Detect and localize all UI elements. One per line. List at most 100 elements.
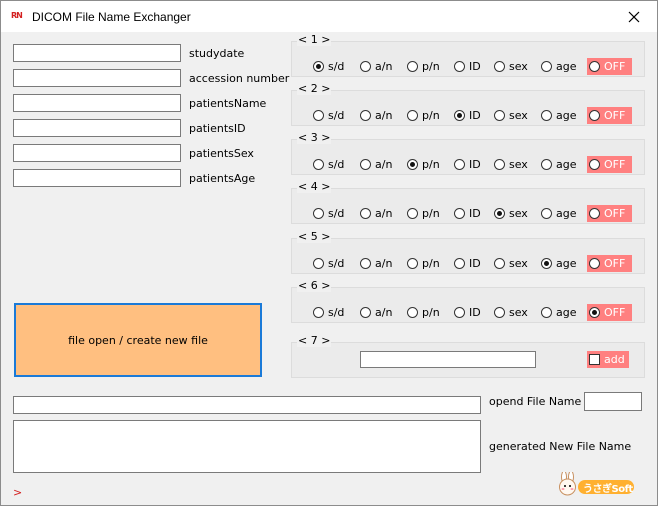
group-6-radio-an[interactable]: a/n bbox=[360, 306, 392, 319]
group-5-radio-sd[interactable]: s/d bbox=[313, 257, 344, 270]
file-open-button[interactable]: file open / create new file bbox=[14, 303, 262, 377]
radio-circle-icon bbox=[454, 208, 465, 219]
group-2-radio-age[interactable]: age bbox=[541, 109, 577, 122]
group-3-radio-an[interactable]: a/n bbox=[360, 158, 392, 171]
radio-circle-icon bbox=[494, 159, 505, 170]
radio-label: s/d bbox=[328, 306, 345, 319]
radio-label: age bbox=[556, 109, 577, 122]
group-3-off-radio[interactable]: OFF bbox=[587, 156, 632, 173]
radio-circle-icon bbox=[360, 258, 371, 269]
radio-circle-icon bbox=[313, 159, 324, 170]
close-button[interactable] bbox=[611, 1, 657, 32]
radio-label: a/n bbox=[375, 207, 393, 220]
group-1-off-radio[interactable]: OFF bbox=[587, 58, 632, 75]
group-4-radio-sd[interactable]: s/d bbox=[313, 207, 344, 220]
radio-circle-icon bbox=[589, 307, 600, 318]
radio-label: s/d bbox=[328, 109, 345, 122]
radio-label: s/d bbox=[328, 60, 345, 73]
group-7-input[interactable] bbox=[360, 351, 536, 368]
patients-sex-label: patientsSex bbox=[189, 147, 254, 160]
group-2-radio-ID[interactable]: ID bbox=[454, 109, 481, 122]
group-3-radio-sd[interactable]: s/d bbox=[313, 158, 344, 171]
radio-circle-icon bbox=[589, 258, 600, 269]
radio-circle-icon bbox=[407, 159, 418, 170]
group-6-radio-sd[interactable]: s/d bbox=[313, 306, 344, 319]
group-1-radio-age[interactable]: age bbox=[541, 60, 577, 73]
group-3-radio-pn[interactable]: p/n bbox=[407, 158, 440, 171]
radio-label: a/n bbox=[375, 60, 393, 73]
group-6-radio-sex[interactable]: sex bbox=[494, 306, 528, 319]
radio-circle-icon bbox=[313, 258, 324, 269]
group-2-radio-pn[interactable]: p/n bbox=[407, 109, 440, 122]
group-5-radio-an[interactable]: a/n bbox=[360, 257, 392, 270]
radio-circle-icon bbox=[541, 208, 552, 219]
group-3-radio-age[interactable]: age bbox=[541, 158, 577, 171]
group-1-radio-ID[interactable]: ID bbox=[454, 60, 481, 73]
group-4-radio-pn[interactable]: p/n bbox=[407, 207, 440, 220]
group-2-radio-an[interactable]: a/n bbox=[360, 109, 392, 122]
expand-arrow-icon[interactable]: > bbox=[13, 486, 22, 499]
group-5-off-radio[interactable]: OFF bbox=[587, 255, 632, 272]
radio-circle-icon bbox=[360, 307, 371, 318]
radio-label: sex bbox=[509, 306, 528, 319]
accession-number-input[interactable] bbox=[13, 69, 181, 87]
group-6-radio-age[interactable]: age bbox=[541, 306, 577, 319]
patients-sex-input[interactable] bbox=[13, 144, 181, 162]
group-2-radio-sex[interactable]: sex bbox=[494, 109, 528, 122]
radio-circle-icon bbox=[313, 61, 324, 72]
group-1-radio-sd[interactable]: s/d bbox=[313, 60, 344, 73]
opened-file-count-input[interactable] bbox=[584, 392, 642, 411]
patients-id-label: patientsID bbox=[189, 122, 246, 135]
patients-name-input[interactable] bbox=[13, 94, 181, 112]
radio-circle-icon bbox=[494, 110, 505, 121]
off-label: OFF bbox=[604, 109, 626, 122]
off-label: OFF bbox=[604, 60, 626, 73]
group-2-radio-sd[interactable]: s/d bbox=[313, 109, 344, 122]
radio-label: s/d bbox=[328, 257, 345, 270]
group-4-radio-ID[interactable]: ID bbox=[454, 207, 481, 220]
radio-label: p/n bbox=[422, 306, 440, 319]
generated-file-name-textarea[interactable] bbox=[13, 420, 481, 473]
group-1-radio-pn[interactable]: p/n bbox=[407, 60, 440, 73]
radio-circle-icon bbox=[541, 61, 552, 72]
group-3-radio-sex[interactable]: sex bbox=[494, 158, 528, 171]
group-4-off-radio[interactable]: OFF bbox=[587, 205, 632, 222]
radio-label: age bbox=[556, 207, 577, 220]
radio-label: sex bbox=[509, 257, 528, 270]
group-6-radio-pn[interactable]: p/n bbox=[407, 306, 440, 319]
group-6-radio-ID[interactable]: ID bbox=[454, 306, 481, 319]
add-checkbox[interactable] bbox=[589, 354, 600, 365]
radio-circle-icon bbox=[454, 61, 465, 72]
group-5-radio-pn[interactable]: p/n bbox=[407, 257, 440, 270]
radio-label: ID bbox=[469, 109, 481, 122]
group-4-radio-age[interactable]: age bbox=[541, 207, 577, 220]
group-1-radio-sex[interactable]: sex bbox=[494, 60, 528, 73]
group-5-radio-ID[interactable]: ID bbox=[454, 257, 481, 270]
patients-age-label: patientsAge bbox=[189, 172, 256, 185]
studydate-input[interactable] bbox=[13, 44, 181, 62]
radio-label: sex bbox=[509, 60, 528, 73]
radio-label: p/n bbox=[422, 158, 440, 171]
opened-file-path-input[interactable] bbox=[13, 396, 481, 414]
group-5-radio-age[interactable]: age bbox=[541, 257, 577, 270]
group-3-radio-ID[interactable]: ID bbox=[454, 158, 481, 171]
group-1-radio-an[interactable]: a/n bbox=[360, 60, 392, 73]
patients-age-input[interactable] bbox=[13, 169, 181, 187]
radio-label: a/n bbox=[375, 158, 393, 171]
group-4-radio-sex[interactable]: sex bbox=[494, 207, 528, 220]
radio-circle-icon bbox=[407, 307, 418, 318]
radio-circle-icon bbox=[360, 208, 371, 219]
radio-circle-icon bbox=[589, 61, 600, 72]
radio-label: p/n bbox=[422, 109, 440, 122]
radio-label: p/n bbox=[422, 207, 440, 220]
radio-circle-icon bbox=[407, 258, 418, 269]
group-7-title: < 7 > bbox=[297, 334, 332, 347]
group-2-off-radio[interactable]: OFF bbox=[587, 107, 632, 124]
studydate-label: studydate bbox=[189, 47, 245, 60]
radio-label: age bbox=[556, 257, 577, 270]
add-toggle[interactable]: add bbox=[587, 351, 629, 368]
group-4-radio-an[interactable]: a/n bbox=[360, 207, 392, 220]
group-6-off-radio[interactable]: OFF bbox=[587, 304, 632, 321]
group-5-radio-sex[interactable]: sex bbox=[494, 257, 528, 270]
patients-id-input[interactable] bbox=[13, 119, 181, 137]
